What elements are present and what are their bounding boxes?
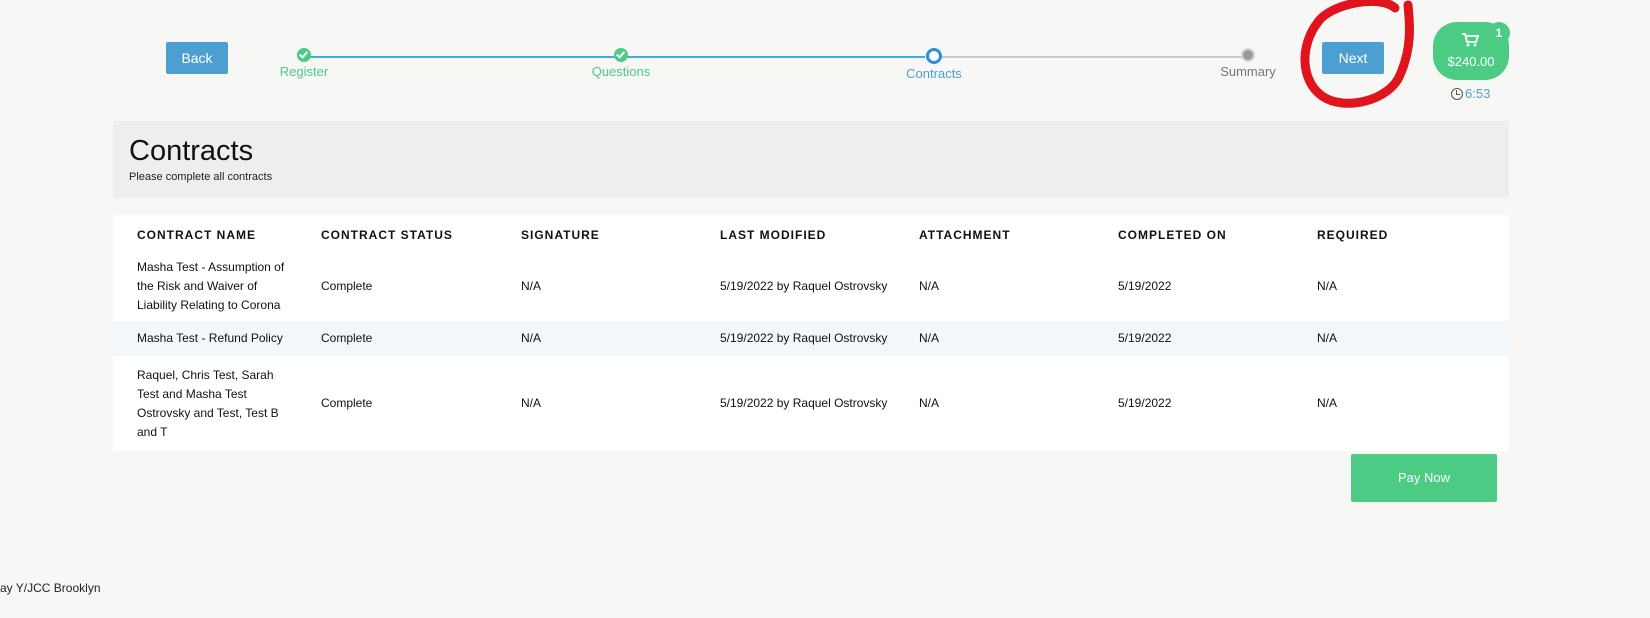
table-header-row: CONTRACT NAME CONTRACT STATUS SIGNATURE … — [113, 215, 1509, 251]
column-header: LAST MODIFIED — [720, 228, 827, 242]
column-header: REQUIRED — [1317, 228, 1389, 242]
column-header: CONTRACT NAME — [137, 228, 256, 242]
step-label: Register — [279, 64, 329, 79]
last-modified-cell: 5/19/2022 by Raquel Ostrovsky — [720, 278, 888, 293]
step-label: Summary — [1220, 64, 1276, 79]
last-modified-cell: 5/19/2022 by Raquel Ostrovsky — [720, 396, 888, 410]
signature-cell: N/A — [497, 321, 696, 356]
completed-on-cell: 5/19/2022 — [1118, 396, 1172, 410]
column-header: SIGNATURE — [521, 228, 600, 242]
signature-cell: N/A — [521, 396, 542, 410]
pay-now-button[interactable]: Pay Now — [1351, 454, 1497, 502]
step-register: Register — [244, 48, 364, 79]
signature-cell: N/A — [521, 278, 542, 293]
page-subtitle: Please complete all contracts — [129, 171, 273, 183]
registration-page: Back Register Questions Contracts Summar… — [0, 0, 1650, 618]
contract-name-cell[interactable]: Masha Test - Assumption of the Risk and … — [113, 251, 297, 321]
step-label: Questions — [591, 64, 651, 79]
cart-count-badge: 1 — [1488, 22, 1510, 44]
status-cell: Complete — [321, 396, 373, 410]
progress-stepper: Register Questions Contracts Summary — [0, 0, 1650, 100]
current-step-icon — [926, 48, 942, 64]
cart-total: $240.00 — [1447, 54, 1495, 69]
column-header: COMPLETED ON — [1118, 228, 1227, 242]
column-header: CONTRACT STATUS — [321, 228, 453, 242]
contract-name-line: Raquel, Chris Test, Sarah — [137, 367, 274, 382]
contract-name-line: the Risk and Waiver of — [137, 278, 258, 293]
status-cell: Complete — [297, 321, 497, 356]
contract-name-line: Masha Test - Refund Policy — [137, 331, 283, 345]
required-cell: N/A — [1317, 396, 1338, 410]
step-summary: Summary — [1188, 48, 1308, 79]
table-row[interactable]: Masha Test - Refund Policy Complete N/A … — [113, 321, 1509, 356]
page-title: Contracts — [129, 135, 254, 167]
attachment-cell: N/A — [895, 321, 1094, 356]
attachment-cell: N/A — [919, 396, 940, 410]
step-questions: Questions — [561, 48, 681, 79]
contract-name-line: Test and Masha Test — [137, 386, 247, 401]
footer-org-name: Bay Y/JCC Brooklyn — [0, 581, 101, 595]
next-button[interactable]: Next — [1322, 42, 1384, 74]
step-contracts: Contracts — [874, 48, 994, 81]
completed-on-cell: 5/19/2022 — [1094, 321, 1293, 356]
required-cell: N/A — [1293, 321, 1509, 356]
clock-icon — [1451, 87, 1463, 100]
timer-value: 6:53 — [1465, 86, 1491, 101]
contracts-table: CONTRACT NAME CONTRACT STATUS SIGNATURE … — [113, 215, 1509, 451]
contract-name-line: Liability Relating to Corona — [137, 297, 281, 312]
attachment-cell: N/A — [919, 278, 940, 293]
pending-step-icon — [1241, 48, 1255, 62]
column-header: ATTACHMENT — [919, 228, 1011, 242]
check-icon — [614, 48, 628, 62]
contract-name-cell[interactable]: Raquel, Chris Test, Sarah Test and Masha… — [113, 356, 297, 451]
completed-on-cell: 5/19/2022 — [1118, 278, 1172, 293]
last-modified-cell: 5/19/2022 by Raquel Ostrovsky — [696, 321, 895, 356]
step-label: Contracts — [906, 66, 962, 81]
status-cell: Complete — [321, 278, 373, 293]
contract-name-line: Ostrovsky and Test, Test B — [137, 405, 279, 420]
required-cell: N/A — [1317, 278, 1338, 293]
session-timer: 6:53 — [1451, 86, 1490, 101]
check-icon — [297, 48, 311, 62]
contracts-header: Contracts Please complete all contracts — [113, 121, 1509, 198]
table-row[interactable]: Raquel, Chris Test, Sarah Test and Masha… — [113, 356, 1509, 451]
cart-icon — [1462, 33, 1480, 47]
contract-name-line: and T — [137, 424, 168, 439]
table-row[interactable]: Masha Test - Assumption of the Risk and … — [113, 251, 1509, 321]
contract-name-line: Masha Test - Assumption of — [137, 259, 285, 274]
contract-name-cell[interactable]: Masha Test - Refund Policy — [113, 321, 297, 356]
